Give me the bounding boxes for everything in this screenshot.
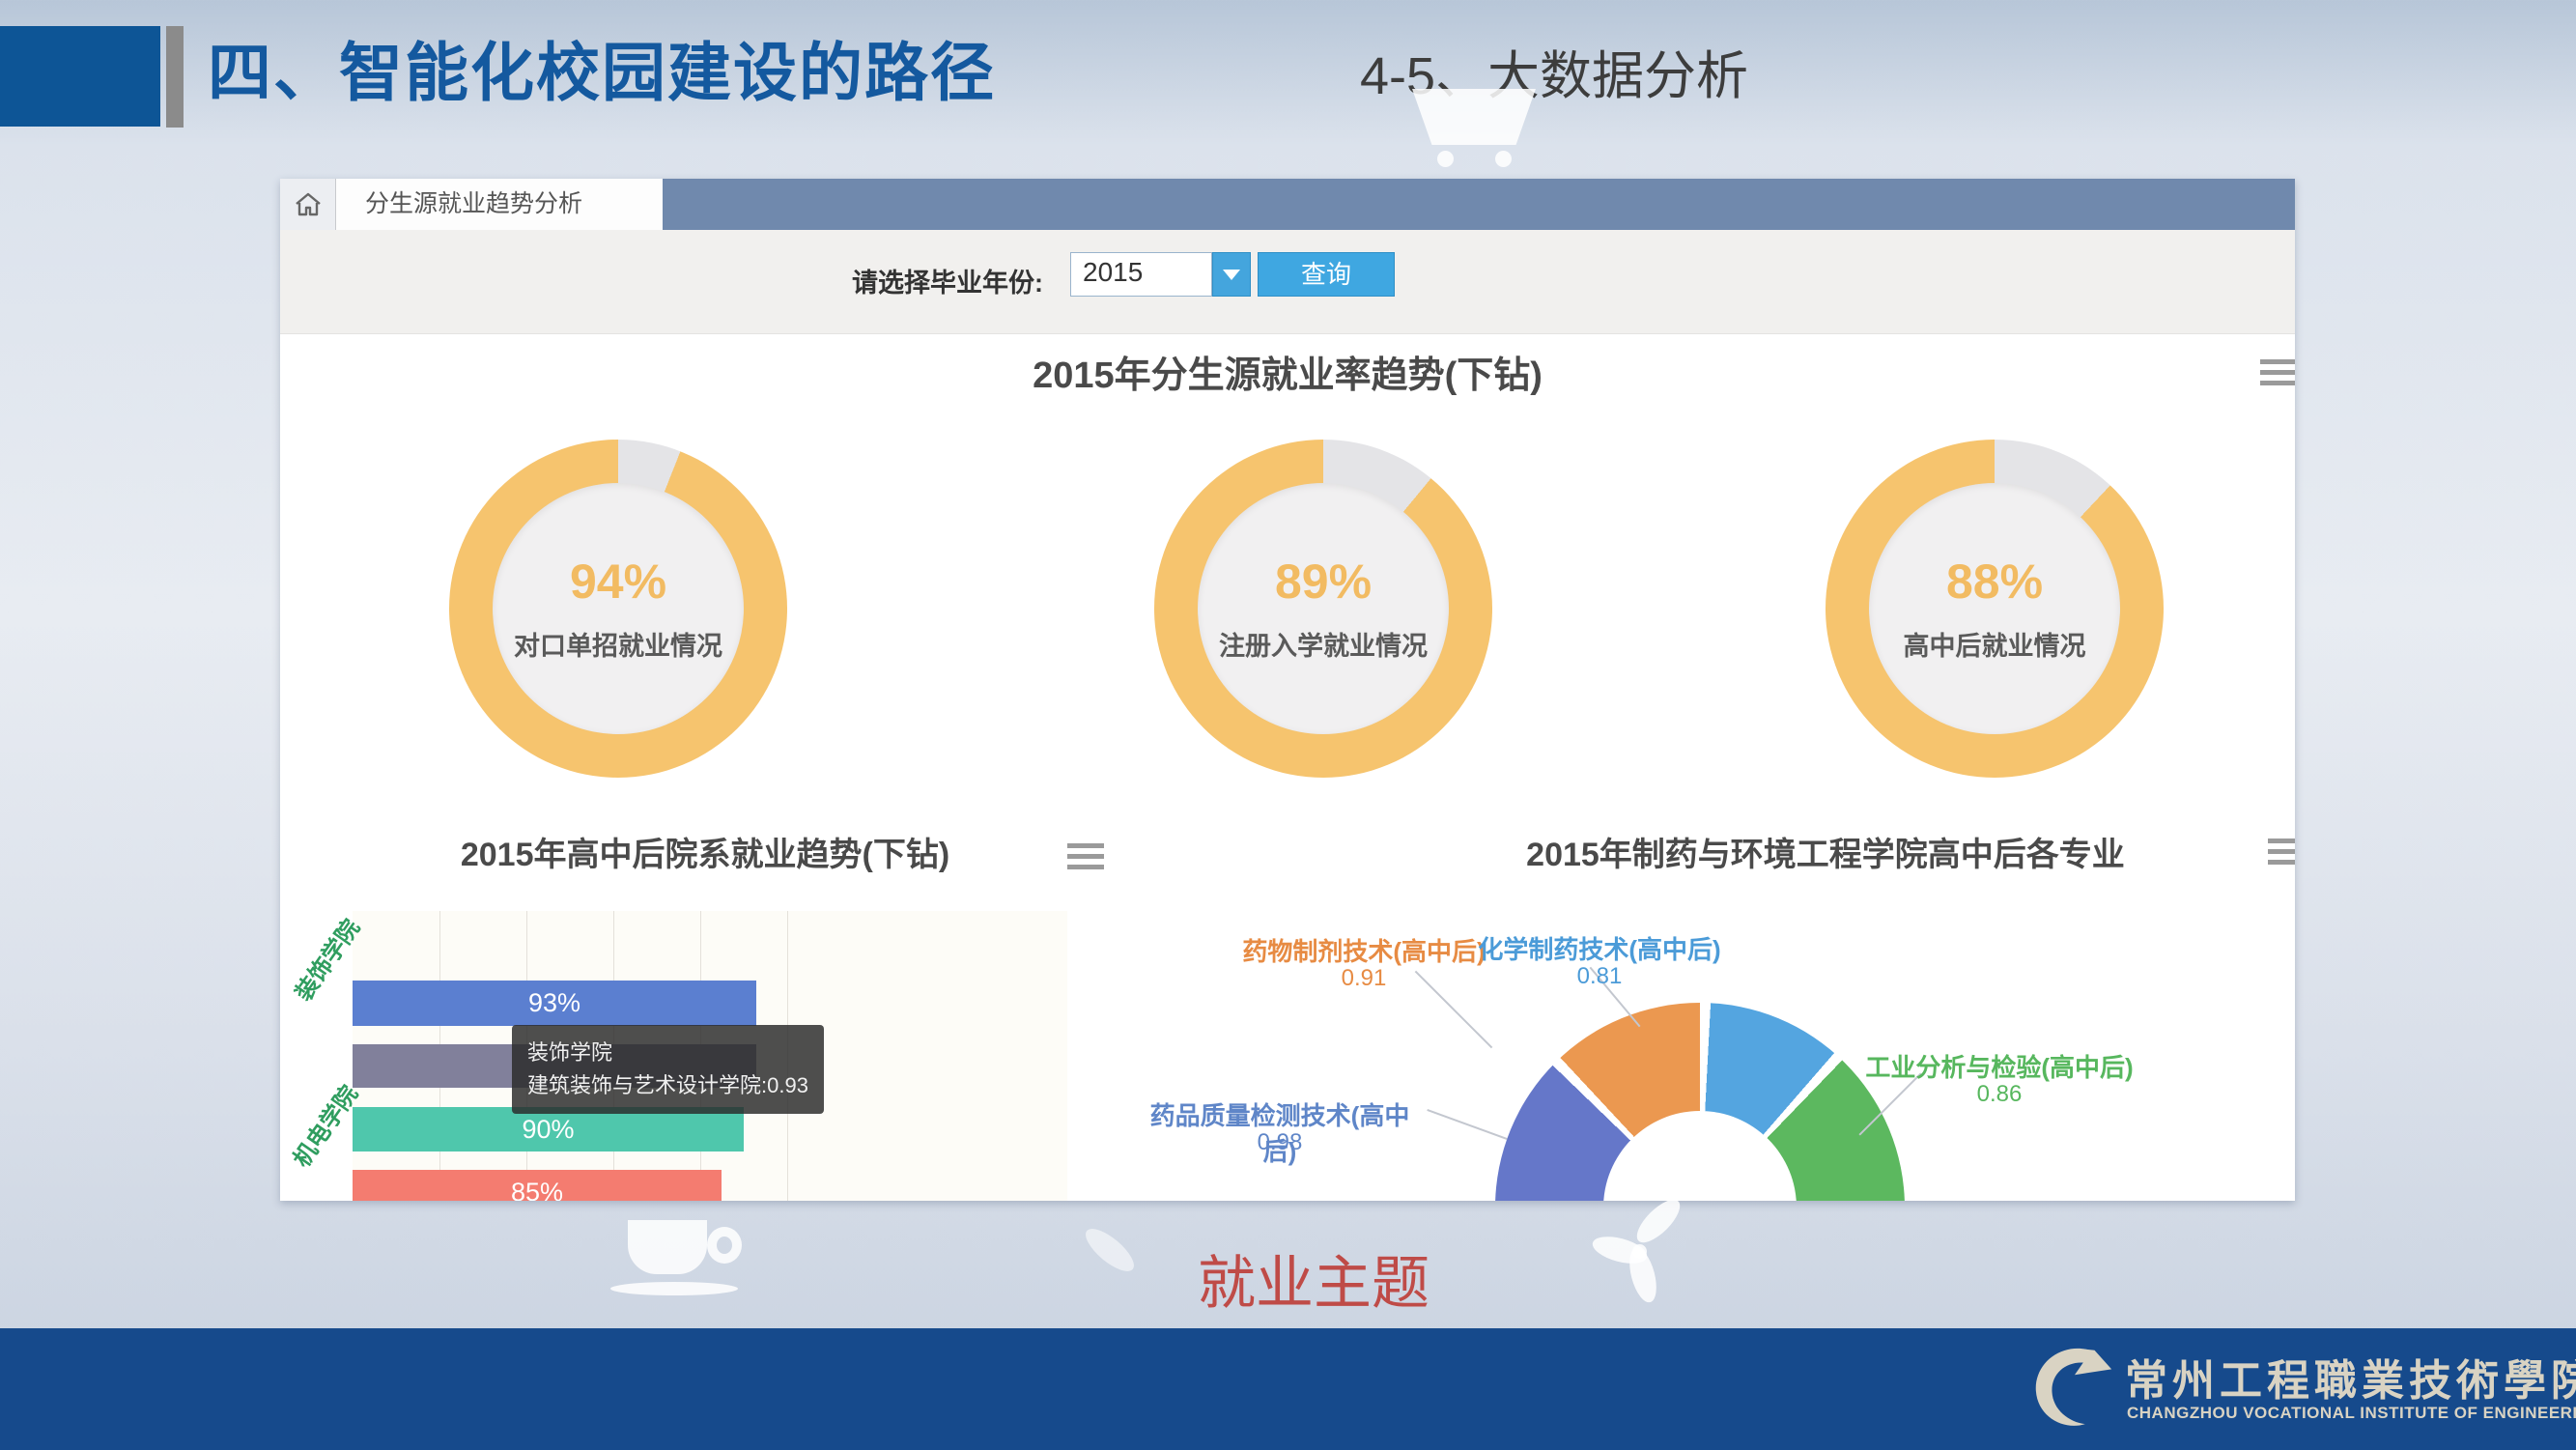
school-name-en: CHANGZHOU VOCATIONAL INSTITUTE OF ENGINE… xyxy=(2127,1404,2576,1423)
coffee-saucer-icon xyxy=(610,1282,738,1295)
pie-slice-value: 0.86 xyxy=(1854,1081,2144,1108)
donut-gauge[interactable]: 88% 高中后就业情况 xyxy=(1826,440,2164,778)
slide-caption: 就业主题 xyxy=(1111,1237,1516,1321)
school-logo-icon xyxy=(2026,1342,2121,1431)
year-select-label: 请选择毕业年份: xyxy=(852,262,1043,299)
donut-label: 高中后就业情况 xyxy=(1826,625,2164,663)
tooltip-line2: 建筑装饰与艺术设计学院:0.93 xyxy=(527,1069,808,1102)
donut-label: 对口单招就业情况 xyxy=(449,625,787,663)
page-title: 四、智能化校园建设的路径 xyxy=(208,21,996,114)
pie-chart-title: 2015年制药与环境工程学院高中后各专业 xyxy=(1391,828,2260,875)
menu-icon[interactable] xyxy=(2260,359,2295,385)
dashboard-toolbar: 请选择毕业年份: 2015 查询 xyxy=(280,230,2295,334)
donut-gauge[interactable]: 94% 对口单招就业情况 xyxy=(449,440,787,778)
cart-wheel-icon xyxy=(1437,151,1454,167)
bar-segment[interactable]: 85% xyxy=(353,1170,722,1201)
chevron-down-icon xyxy=(1223,270,1240,280)
year-input[interactable]: 2015 xyxy=(1070,252,1212,297)
cart-wheel-icon xyxy=(1495,151,1512,167)
donut-label: 注册入学就业情况 xyxy=(1154,625,1492,663)
year-dropdown-button[interactable] xyxy=(1212,252,1251,297)
donut-gauge[interactable]: 89% 注册入学就业情况 xyxy=(1154,440,1492,778)
donut-value: 94% xyxy=(449,554,787,610)
menu-icon[interactable] xyxy=(2268,839,2295,865)
coffee-cup-handle-icon xyxy=(707,1227,742,1264)
pie-slice-value: 0.98 xyxy=(1135,1129,1425,1156)
pie-slice-label: 化学制药技术(高中后) xyxy=(1455,930,1744,966)
bar-segment[interactable]: 93% xyxy=(353,981,756,1026)
bar-chart-title: 2015年高中后院系就业趋势(下钻) xyxy=(338,828,1072,875)
query-button[interactable]: 查询 xyxy=(1258,252,1395,297)
header-grey-bar xyxy=(166,26,184,128)
footer-bar: 常州工程職業技術學院 CHANGZHOU VOCATIONAL INSTITUT… xyxy=(0,1328,2576,1450)
coffee-cup-watermark-icon xyxy=(628,1220,707,1274)
school-name-cn: 常州工程職業技術學院 xyxy=(2125,1346,2576,1407)
tab-employment-trend[interactable]: 分生源就业趋势分析 xyxy=(336,179,663,230)
pinwheel-watermark-icon xyxy=(1630,1193,1686,1249)
bi-dashboard: 分生源就业趋势分析 请选择毕业年份: 2015 查询 2015年分生源就业率趋势… xyxy=(280,179,2295,1201)
donut-value: 89% xyxy=(1154,554,1492,610)
donut-chart-title: 2015年分生源就业率趋势(下钻) xyxy=(280,345,2295,398)
home-icon xyxy=(294,191,323,218)
header-accent-bar xyxy=(0,26,160,127)
pie-slice-value: 0.81 xyxy=(1455,963,1744,990)
donut-value: 88% xyxy=(1826,554,2164,610)
tooltip-line1: 装饰学院 xyxy=(527,1037,808,1069)
chart-tooltip: 装饰学院 建筑装饰与艺术设计学院:0.93 xyxy=(512,1025,824,1114)
pie-slice-label: 工业分析与检验(高中后) xyxy=(1854,1048,2144,1084)
cart-watermark-icon xyxy=(1412,89,1536,145)
semi-donut-chart[interactable] xyxy=(1495,1003,1905,1201)
menu-icon[interactable] xyxy=(1067,843,1104,869)
pinwheel-center-icon xyxy=(1632,1244,1647,1259)
home-button[interactable] xyxy=(280,179,336,230)
